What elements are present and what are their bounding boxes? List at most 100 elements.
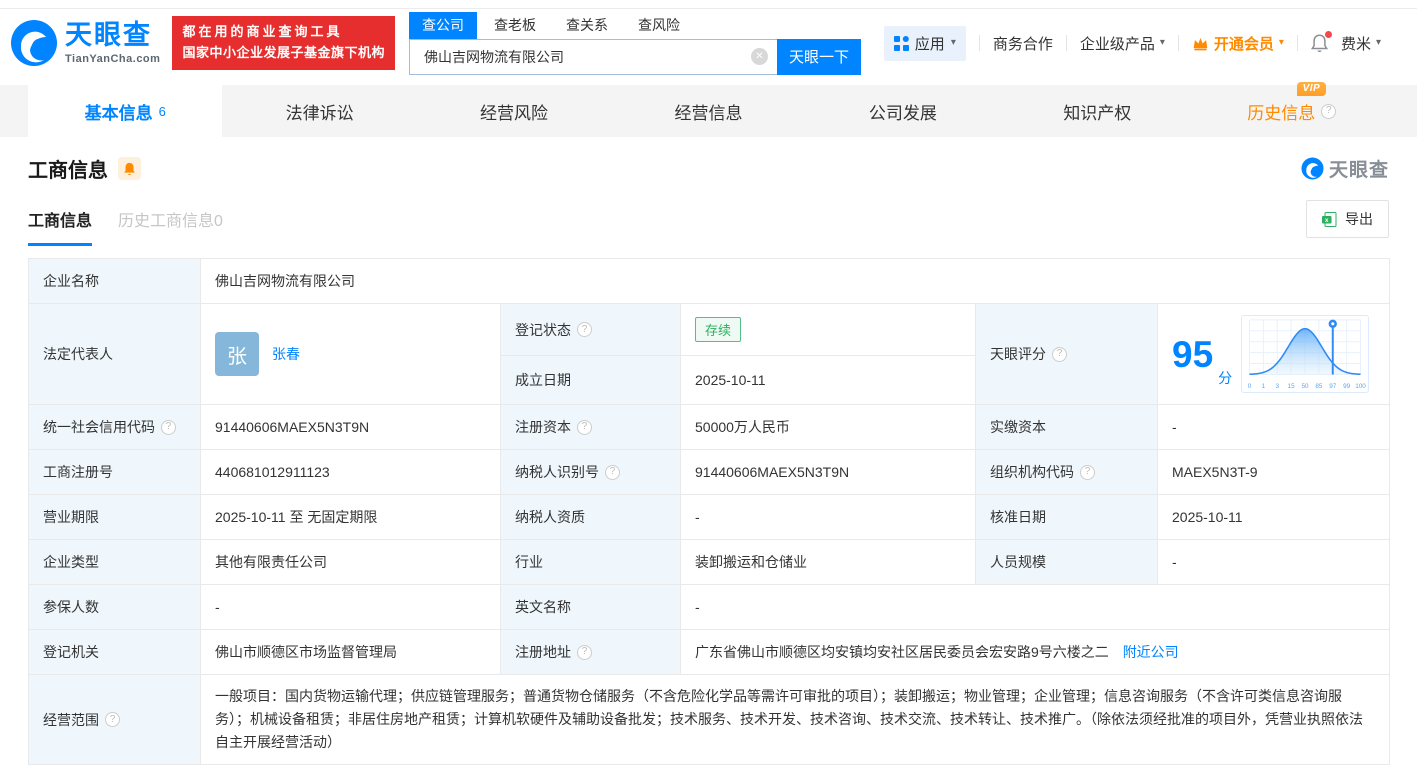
apps-label: 应用 (915, 33, 945, 54)
tab-history-info[interactable]: VIP 历史信息 ? (1195, 85, 1389, 137)
field-label: 天眼评分? (976, 304, 1158, 405)
tab-legal-proceedings[interactable]: 法律诉讼 (222, 85, 416, 137)
svg-text:97: 97 (1329, 383, 1337, 390)
score-value: 95 (1172, 336, 1213, 373)
apps-grid-icon (894, 36, 909, 51)
caret-down-icon: ▾ (1279, 38, 1284, 48)
english-name-value: - (681, 585, 1390, 630)
search-button[interactable]: 天眼一下 (777, 39, 861, 75)
nearby-companies-link[interactable]: 附近公司 (1123, 644, 1179, 660)
field-label: 企业类型 (29, 540, 201, 585)
svg-text:0: 0 (1248, 383, 1252, 390)
field-label: 登记状态? (501, 304, 681, 356)
field-label: 统一社会信用代码? (29, 405, 201, 450)
divider (1297, 35, 1298, 51)
org-code-value: MAEX5N3T-9 (1158, 450, 1390, 495)
caret-down-icon: ▾ (1160, 38, 1165, 48)
search-tab-relation[interactable]: 查关系 (553, 12, 621, 39)
crown-icon (1192, 36, 1209, 51)
paid-capital-value: - (1158, 405, 1390, 450)
apps-menu[interactable]: 应用 ▾ (884, 26, 966, 61)
subtab-count: 0 (214, 213, 223, 230)
help-icon[interactable]: ? (161, 420, 176, 435)
field-label: 英文名称 (501, 585, 681, 630)
legal-rep-cell: 张 张春 (201, 304, 501, 405)
help-icon[interactable]: ? (577, 322, 592, 337)
field-label: 法定代表人 (29, 304, 201, 405)
field-label: 营业期限 (29, 495, 201, 540)
tab-operating-info[interactable]: 经营信息 (611, 85, 805, 137)
help-icon[interactable]: ? (577, 420, 592, 435)
help-icon[interactable]: ? (1080, 465, 1095, 480)
field-label: 注册地址? (501, 630, 681, 675)
score-link[interactable]: 95 分 0131550859799100 (1172, 315, 1375, 393)
tab-company-development[interactable]: 公司发展 (806, 85, 1000, 137)
reg-address-cell: 广东省佛山市顺德区均安镇均安社区居民委员会宏安路9号六楼之二 附近公司 (681, 630, 1390, 675)
tianyancha-logo-icon (10, 19, 58, 67)
status-badge: 存续 (695, 317, 741, 342)
avatar[interactable]: 张 (215, 332, 259, 376)
taxpayer-id-value: 91440606MAEX5N3T9N (681, 450, 976, 495)
clear-icon[interactable]: ✕ (751, 48, 768, 65)
notification-dot (1325, 31, 1332, 38)
search-tab-boss[interactable]: 查老板 (481, 12, 549, 39)
approve-date-value: 2025-10-11 (1158, 495, 1390, 540)
industry-value: 装卸搬运和仓储业 (681, 540, 976, 585)
help-icon[interactable]: ? (1321, 104, 1336, 119)
subscribe-bell-icon[interactable] (118, 157, 141, 180)
field-label: 经营范围? (29, 675, 201, 765)
site-header: 天眼查 TianYanCha.com 都在用的商业查询工具 国家中小企业发展子基… (0, 9, 1417, 79)
help-icon[interactable]: ? (105, 712, 120, 727)
field-label: 成立日期 (501, 356, 681, 405)
field-label: 工商注册号 (29, 450, 201, 495)
field-label: 纳税人识别号? (501, 450, 681, 495)
reg-number-value: 440681012911123 (201, 450, 501, 495)
table-row: 法定代表人 张 张春 登记状态? 存续 天眼评分? (29, 304, 1390, 356)
section-title: 工商信息 (28, 154, 108, 183)
company-name-value: 佛山吉网物流有限公司 (201, 259, 1390, 304)
svg-text:50: 50 (1302, 383, 1310, 390)
company-section-tabs: 基本信息 6 法律诉讼 经营风险 经营信息 公司发展 知识产权 VIP 历史信息… (0, 85, 1417, 137)
search-input[interactable] (422, 48, 751, 66)
tab-intellectual-property[interactable]: 知识产权 (1000, 85, 1194, 137)
nav-vip-member[interactable]: 开通会员 ▾ (1192, 33, 1284, 54)
table-row: 营业期限 2025-10-11 至 无固定期限 纳税人资质 - 核准日期 202… (29, 495, 1390, 540)
subtabs: 工商信息 历史工商信息0 (28, 207, 223, 246)
table-row: 统一社会信用代码? 91440606MAEX5N3T9N 注册资本? 50000… (29, 405, 1390, 450)
help-icon[interactable]: ? (577, 645, 592, 660)
export-button[interactable]: x 导出 (1306, 200, 1389, 238)
tab-basic-info[interactable]: 基本信息 6 (28, 85, 222, 137)
taxpayer-quality-value: - (681, 495, 976, 540)
field-label: 登记机关 (29, 630, 201, 675)
nav-business-cooperation[interactable]: 商务合作 (993, 33, 1053, 54)
search-tab-risk[interactable]: 查风险 (625, 12, 693, 39)
field-label: 组织机构代码? (976, 450, 1158, 495)
business-info-table: 企业名称 佛山吉网物流有限公司 法定代表人 张 张春 登记状态? 存续 (28, 258, 1390, 765)
search-tab-company[interactable]: 查公司 (409, 12, 477, 39)
legal-rep-link[interactable]: 张春 (272, 344, 300, 364)
table-row: 经营范围? 一般项目：国内货物运输代理；供应链管理服务；普通货物仓储服务（不含危… (29, 675, 1390, 765)
table-row: 工商注册号 440681012911123 纳税人识别号? 91440606MA… (29, 450, 1390, 495)
tianyancha-logo[interactable]: 天眼查 TianYanCha.com (10, 19, 160, 67)
establish-date-value: 2025-10-11 (681, 356, 976, 405)
tab-operating-risk[interactable]: 经营风险 (417, 85, 611, 137)
watermark-logo: 天眼查 (1301, 155, 1389, 182)
svg-text:1: 1 (1262, 383, 1266, 390)
user-menu[interactable]: 费米 ▾ (1341, 33, 1381, 54)
top-divider (0, 0, 1417, 9)
help-icon[interactable]: ? (605, 465, 620, 480)
svg-text:100: 100 (1355, 383, 1366, 390)
main-content: 工商信息 天眼查 工商信息 历史工商信息0 (0, 137, 1417, 765)
nav-enterprise-products[interactable]: 企业级产品 ▾ (1080, 33, 1165, 54)
search-input-wrap: ✕ (409, 39, 777, 75)
help-icon[interactable]: ? (1052, 347, 1067, 362)
caret-down-icon: ▾ (1376, 38, 1381, 48)
table-row: 企业类型 其他有限责任公司 行业 装卸搬运和仓储业 人员规模 - (29, 540, 1390, 585)
subtab-business-info[interactable]: 工商信息 (28, 207, 92, 246)
table-row: 参保人数 - 英文名称 - (29, 585, 1390, 630)
subtab-history-business-info[interactable]: 历史工商信息0 (118, 207, 223, 246)
top-nav: 应用 ▾ 商务合作 企业级产品 ▾ 开通会员 ▾ (884, 26, 1381, 61)
field-label: 注册资本? (501, 405, 681, 450)
notifications-bell[interactable] (1311, 34, 1328, 53)
field-label: 行业 (501, 540, 681, 585)
